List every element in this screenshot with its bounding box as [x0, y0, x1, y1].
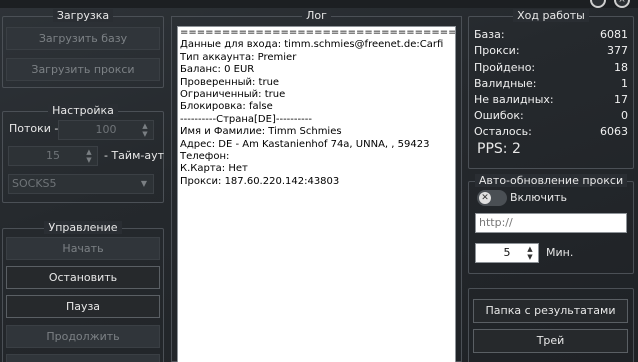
stat-value: 377	[607, 44, 628, 57]
log-line: Проверенный: true	[180, 76, 280, 88]
threads-label: Потоки -	[9, 122, 59, 135]
stat-value: 18	[614, 61, 628, 74]
stat-label: Ошибок:	[474, 109, 524, 122]
timeout-spinbox[interactable]: 15 ▲ ▼	[8, 146, 98, 166]
proxy-url-input[interactable]: http://	[475, 213, 627, 233]
progress-group-title: Ход работы	[513, 9, 589, 22]
proxy-url-placeholder: http://	[479, 216, 513, 229]
stat-label: Не валидных:	[474, 93, 554, 106]
spin-arrows-icon[interactable]: ▲ ▼	[526, 245, 534, 261]
stat-row: Осталось: 6063	[474, 125, 628, 141]
stat-value: 0	[621, 109, 628, 122]
resume-button[interactable]: Продолжить	[6, 325, 160, 348]
stat-value: 1	[621, 77, 628, 90]
log-line: ========================================…	[180, 27, 456, 38]
log-lines: ========================================…	[178, 27, 455, 188]
stat-label: База:	[474, 28, 505, 41]
load-proxy-button[interactable]: Загрузить прокси	[6, 58, 160, 81]
log-line: Имя и Фамилие: Timm Schmies	[180, 126, 342, 138]
log-textarea[interactable]: ========================================…	[177, 26, 456, 362]
minutes-value: 5	[503, 246, 511, 259]
log-line: Тип аккаунта: Premier	[180, 51, 297, 63]
spin-arrows-icon[interactable]: ▲ ▼	[141, 122, 149, 138]
stat-label: Прокси:	[474, 44, 520, 57]
log-group: Лог ====================================…	[171, 9, 462, 362]
partial-button[interactable]	[6, 354, 160, 362]
title-bar	[0, 0, 638, 8]
proxy-type-value: SOCKS5	[12, 177, 57, 190]
log-group-title: Лог	[302, 9, 331, 22]
stat-row: База: 6081	[474, 28, 628, 44]
log-line: ----------Страна[DE]----------	[180, 113, 312, 125]
tray-button[interactable]: Трей	[473, 329, 628, 353]
log-line: Прокси: 187.60.220.142:43803	[180, 175, 340, 187]
chevron-down-icon: ▼	[140, 179, 147, 188]
proxy-type-select[interactable]: SOCKS5 ▼	[8, 174, 154, 194]
minutes-label: Мин.	[546, 246, 574, 259]
pps-label: PPS: 2	[477, 141, 521, 157]
stat-row: Прокси: 377	[474, 44, 628, 60]
pause-button[interactable]: Пауза	[6, 295, 160, 318]
stat-value: 6081	[600, 28, 628, 41]
stop-button[interactable]: Остановить	[6, 266, 160, 289]
stat-row: Пройдено: 18	[474, 61, 628, 77]
results-folder-button[interactable]: Папка с результатами	[473, 299, 628, 323]
log-line: К.Карта: Нет	[180, 163, 248, 175]
stat-value: 17	[614, 93, 628, 106]
toggle-off-icon: ✕	[479, 192, 491, 204]
threads-spinbox[interactable]: 100 ▲ ▼	[58, 120, 154, 140]
autoupdate-toggle-label: Включить	[510, 191, 568, 204]
start-button[interactable]: Начать	[6, 237, 160, 260]
timeout-value: 15	[46, 149, 60, 162]
log-line: Адрес: DE - Am Kastanienhof 74a, UNNA, ,…	[180, 138, 430, 150]
log-line: Данные для входа: timm.schmies@freenet.d…	[180, 39, 444, 51]
stat-value: 6063	[600, 125, 628, 138]
stat-row: Валидные: 1	[474, 77, 628, 93]
spin-arrows-icon[interactable]: ▲ ▼	[85, 148, 93, 164]
stat-label: Пройдено:	[474, 61, 536, 74]
stat-row: Не валидных: 17	[474, 93, 628, 109]
threads-value: 100	[95, 123, 117, 136]
autoupdate-toggle[interactable]: ✕	[477, 190, 507, 206]
minutes-spinbox[interactable]: 5 ▲ ▼	[475, 243, 539, 263]
log-line: Ограниченный: true	[180, 89, 286, 101]
load-base-button[interactable]: Загрузить базу	[6, 27, 160, 50]
settings-group-title: Настройка	[48, 104, 118, 117]
log-line: Блокировка: false	[180, 101, 273, 113]
autoupdate-group-title: Авто-обновление прокси	[474, 174, 628, 187]
stat-label: Осталось:	[474, 125, 532, 138]
stat-row: Ошибок: 0	[474, 109, 628, 125]
log-line: Баланс: 0 EUR	[180, 64, 255, 76]
control-group-title: Управление	[44, 221, 122, 234]
timeout-label: - Тайм-аут	[104, 149, 165, 162]
load-group-title: Загрузка	[52, 9, 114, 22]
stat-label: Валидные:	[474, 77, 537, 90]
log-line: Телефон:	[180, 151, 230, 163]
